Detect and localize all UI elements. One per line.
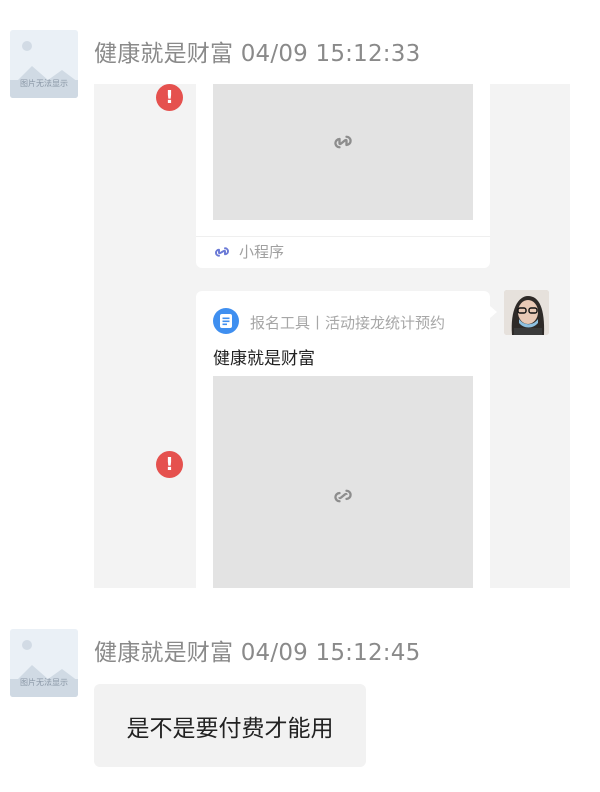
sender-name-time: 健康就是财富 04/09 15:12:45 (94, 640, 421, 666)
mini-program-footer: 小程序 (213, 241, 284, 262)
message-bubble[interactable]: 是不是要付费才能用 (94, 684, 366, 767)
document-icon (213, 308, 239, 334)
avatar-caption: 图片无法显示 (20, 79, 68, 88)
bubble-pointer (490, 306, 497, 318)
mini-program-card[interactable]: 小程序 (196, 84, 490, 268)
error-icon[interactable]: ! (156, 84, 183, 111)
self-avatar[interactable] (504, 290, 549, 335)
error-icon[interactable]: ! (156, 451, 183, 478)
mini-program-thumbnail (213, 84, 473, 220)
mini-program-icon (215, 246, 229, 257)
sender-avatar[interactable]: 图片无法显示 (10, 30, 78, 98)
card-divider (196, 236, 490, 237)
card-title: 健康就是财富 (213, 349, 315, 369)
mini-program-label: 小程序 (239, 243, 285, 261)
shared-card-thumbnail (213, 376, 473, 588)
link-icon (334, 489, 352, 503)
link-icon (334, 135, 352, 149)
card-source-label: 报名工具丨活动接龙统计预约 (250, 314, 446, 332)
quoted-message-panel: ! 小程序 ! 报名工具丨活动接龙统计预约 健康就是财富 (94, 84, 570, 588)
message-text: 是不是要付费才能用 (126, 715, 334, 742)
shared-card[interactable]: 报名工具丨活动接龙统计预约 健康就是财富 (196, 291, 490, 588)
sender-name-time: 健康就是财富 04/09 15:12:33 (94, 41, 421, 67)
user-photo-icon (504, 290, 549, 335)
avatar-caption: 图片无法显示 (20, 678, 68, 687)
sender-avatar[interactable]: 图片无法显示 (10, 629, 78, 697)
